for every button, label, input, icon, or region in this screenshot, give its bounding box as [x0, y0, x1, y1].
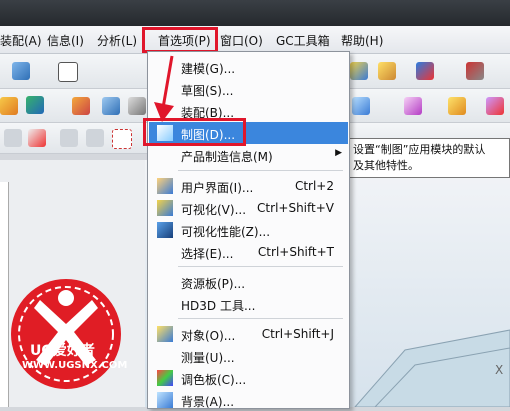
menu-help[interactable]: 帮助(H)	[341, 32, 383, 49]
axis-x-label: X	[495, 363, 504, 377]
menu-item-palette[interactable]: 调色板(C)...	[149, 367, 348, 389]
feature-icon[interactable]	[0, 97, 18, 115]
paint-icon[interactable]	[378, 62, 396, 80]
menu-separator	[178, 170, 343, 171]
user-interface-icon	[157, 178, 173, 194]
shape-icon[interactable]	[72, 97, 90, 115]
rotate-icon[interactable]	[86, 129, 104, 147]
select-box-icon[interactable]	[112, 129, 132, 149]
watermark-brand: UG爱好者	[30, 343, 95, 359]
menu-item-label: 可视化性能(Z)...	[181, 225, 271, 239]
watermark-url: WWW.UGSNX.COM	[22, 360, 128, 371]
sphere-icon[interactable]	[26, 96, 44, 114]
menu-item-visualization[interactable]: 可视化(V)... Ctrl+Shift+V	[149, 197, 348, 219]
cube-shaded-icon[interactable]	[448, 97, 466, 115]
menu-assembly[interactable]: 装配(A)	[0, 32, 42, 49]
menu-item-visualization-performance[interactable]: 可视化性能(Z)...	[149, 219, 348, 241]
axis-icon[interactable]	[466, 62, 484, 80]
move-icon[interactable]	[60, 129, 78, 147]
palette-icon	[157, 370, 173, 386]
menu-item-hd3d-tools[interactable]: HD3D 工具...	[149, 293, 348, 315]
view-icon[interactable]	[416, 62, 434, 80]
menu-item-label: 选择(E)...	[181, 247, 234, 261]
box-icon[interactable]	[352, 97, 370, 115]
menu-separator	[178, 266, 343, 267]
menu-item-measure[interactable]: 测量(U)...	[149, 345, 348, 367]
annotation-box-menu	[142, 27, 218, 53]
menu-gc-toolbox[interactable]: GC工具箱	[276, 32, 330, 49]
menu-item-label: 测量(U)...	[181, 351, 235, 365]
menu-separator	[178, 318, 343, 319]
menu-window[interactable]: 窗口(O)	[220, 32, 263, 49]
cube-icon[interactable]	[12, 62, 30, 80]
menu-item-object[interactable]: 对象(O)... Ctrl+Shift+J	[149, 323, 348, 345]
menu-item-label: 调色板(C)...	[181, 373, 247, 387]
performance-icon	[157, 222, 173, 238]
edge-icon[interactable]	[486, 97, 504, 115]
object-icon	[157, 326, 173, 342]
snap-icon[interactable]	[4, 129, 22, 147]
menu-item-label: 背景(A)...	[181, 395, 235, 409]
menu-item-label: 草图(S)...	[181, 84, 234, 98]
menu-item-label: 用户界面(I)...	[181, 181, 254, 195]
menu-item-label: 资源板(P)...	[181, 277, 246, 291]
menu-item-label: 建模(G)...	[181, 62, 236, 76]
menu-item-label: HD3D 工具...	[181, 299, 256, 313]
menu-item-user-interface[interactable]: 用户界面(I)... Ctrl+2	[149, 175, 348, 197]
menu-analysis[interactable]: 分析(L)	[97, 32, 137, 49]
visualization-icon	[157, 200, 173, 216]
assembly-icon[interactable]	[404, 97, 422, 115]
menu-item-resource-bar[interactable]: 资源板(P)...	[149, 271, 348, 293]
menu-item-shortcut: Ctrl+Shift+J	[261, 327, 334, 341]
title-bar	[0, 0, 510, 26]
menu-item-label: 产品制造信息(M)	[181, 150, 273, 164]
info-icon[interactable]	[58, 62, 78, 82]
menu-item-label: 可视化(V)...	[181, 203, 247, 217]
tooltip-line-2: 及其他特性。	[353, 159, 419, 172]
blend-icon[interactable]	[128, 97, 146, 115]
palette-icon[interactable]	[350, 62, 368, 80]
menu-item-shortcut: Ctrl+Shift+T	[257, 245, 334, 259]
menu-item-selection[interactable]: 选择(E)... Ctrl+Shift+T	[149, 241, 348, 263]
watermark-logo: UG爱好者 WWW.UGSNX.COM	[0, 272, 140, 407]
menu-item-label: 对象(O)...	[181, 329, 236, 343]
tooltip: 设置“制图”应用模块的默认 及其他特性。	[346, 138, 510, 178]
submenu-arrow-icon: ▶	[335, 148, 342, 158]
extrude-icon[interactable]	[102, 97, 120, 115]
snap-point-icon[interactable]	[28, 129, 46, 147]
menu-bar: 装配(A) 信息(I) 分析(L) 首选项(P) 窗口(O) GC工具箱 帮助(…	[0, 26, 510, 54]
menu-item-background[interactable]: 背景(A)...	[149, 389, 348, 411]
menu-item-pmi[interactable]: 产品制造信息(M) ▶	[149, 144, 348, 166]
menu-item-shortcut: Ctrl+Shift+V	[257, 201, 334, 215]
menu-item-shortcut: Ctrl+2	[294, 179, 334, 193]
annotation-arrow	[154, 55, 174, 122]
tooltip-line-1: 设置“制图”应用模块的默认	[353, 143, 486, 156]
background-icon	[157, 392, 173, 408]
menu-information[interactable]: 信息(I)	[47, 32, 84, 49]
